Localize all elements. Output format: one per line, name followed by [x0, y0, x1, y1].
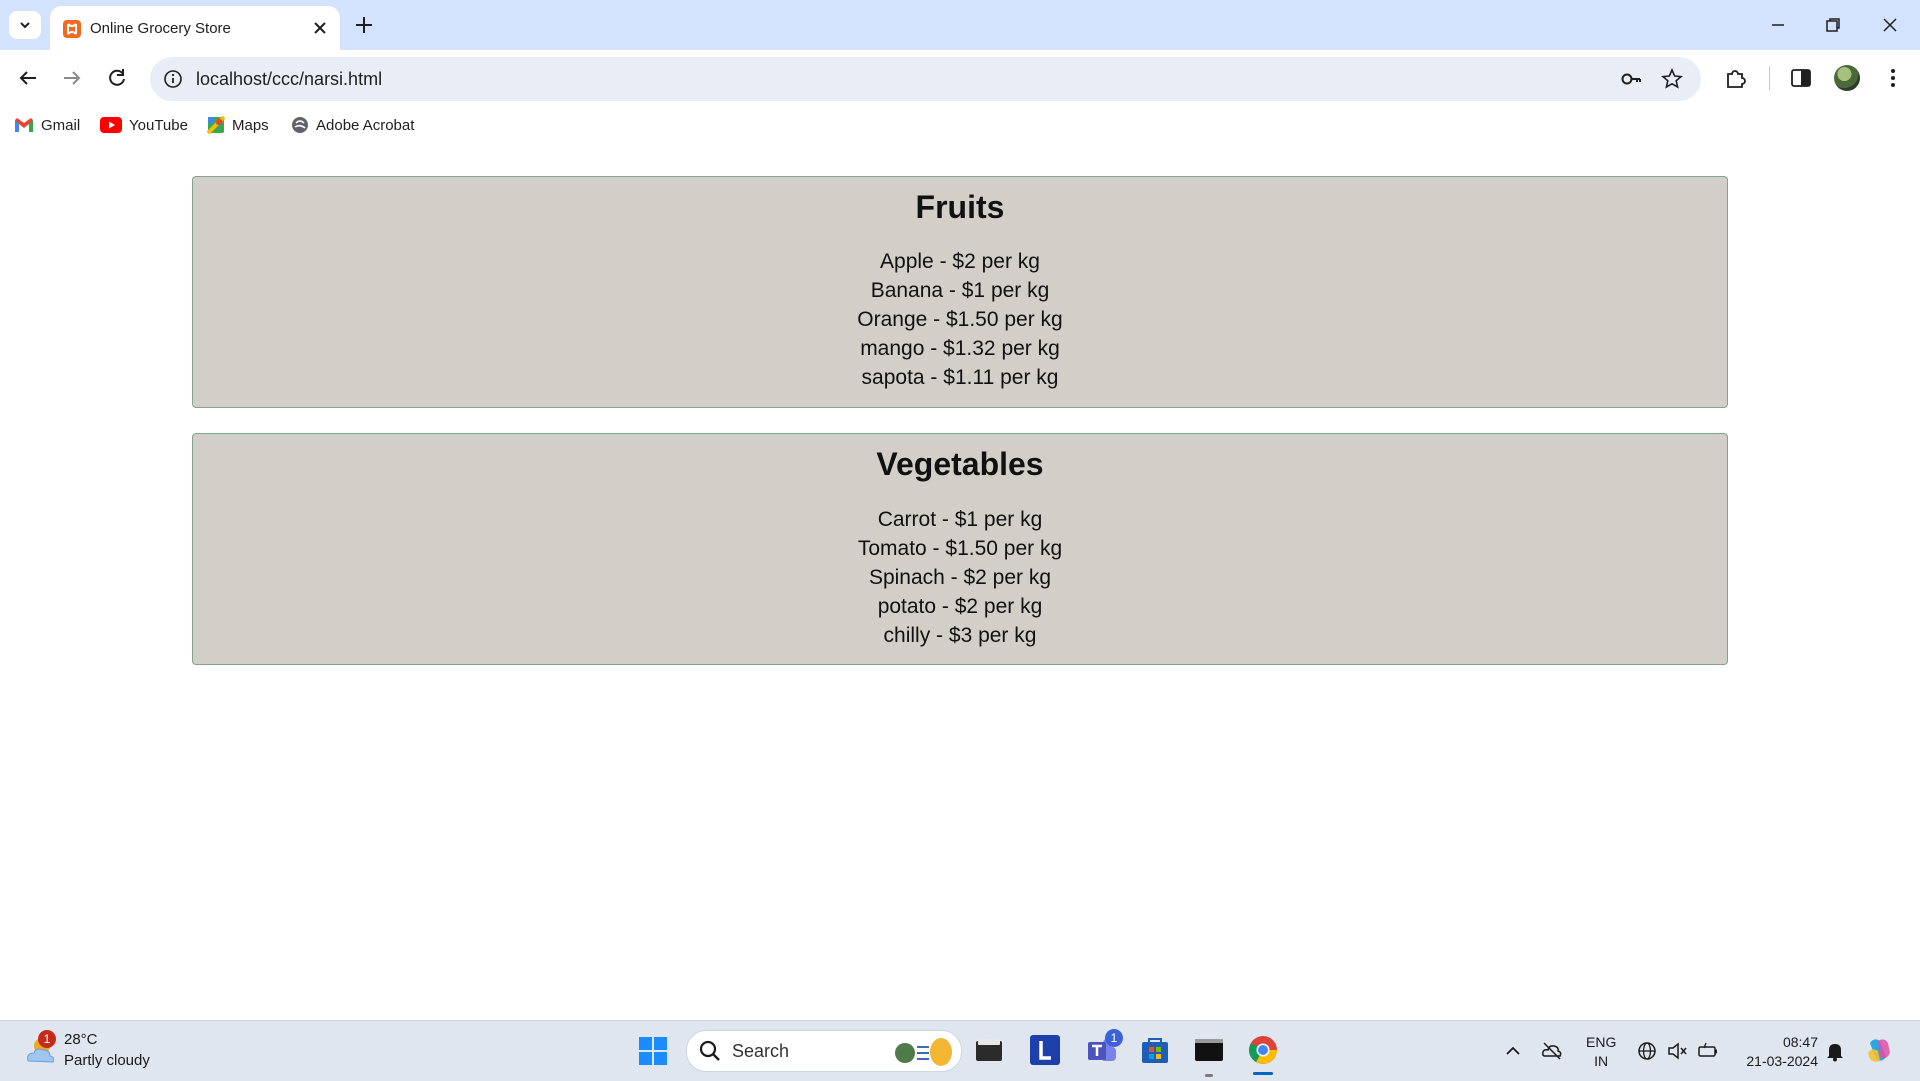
bookmark-star-icon[interactable]	[1661, 68, 1683, 90]
list-item: sapota - $1.11 per kg	[861, 366, 1059, 389]
site-info-icon[interactable]	[163, 69, 183, 89]
chrome-icon[interactable]	[1246, 1033, 1280, 1067]
bookmark-maps[interactable]: Maps	[207, 113, 269, 137]
bookmark-label: Gmail	[41, 116, 81, 134]
url-text[interactable]: localhost/ccc/narsi.html	[196, 69, 382, 90]
window-close-icon[interactable]	[1877, 12, 1903, 38]
section-title: Vegetables	[876, 446, 1044, 482]
weather-temperature: 28°C	[64, 1031, 98, 1048]
search-placeholder: Search	[732, 1041, 790, 1061]
close-icon[interactable]	[310, 18, 330, 38]
weather-alert-badge: 1	[38, 1030, 56, 1048]
bookmark-label: Adobe Acrobat	[316, 116, 415, 134]
list-item: Banana - $1 per kg	[870, 279, 1050, 302]
list-item: Spinach - $2 per kg	[868, 566, 1052, 589]
battery-icon[interactable]	[1697, 1040, 1719, 1062]
fruits-section: Fruits Apple - $2 per kg Banana - $1 per…	[192, 176, 1728, 408]
chevron-up-icon[interactable]	[1502, 1040, 1524, 1062]
gmail-icon	[15, 118, 33, 132]
maps-icon	[207, 116, 225, 134]
running-indicator	[1205, 1074, 1213, 1077]
bookmark-adobe-acrobat[interactable]: Adobe Acrobat	[291, 113, 414, 137]
speaker-muted-icon[interactable]	[1666, 1040, 1688, 1062]
acrobat-icon	[292, 117, 308, 133]
onedrive-offline-icon[interactable]	[1541, 1040, 1563, 1062]
section-title: Fruits	[915, 189, 1005, 225]
tab-online-grocery-store[interactable]: Online Grocery Store	[50, 6, 340, 50]
reload-icon[interactable]	[103, 64, 131, 92]
bookmark-label: Maps	[232, 116, 269, 134]
forward-arrow-icon[interactable]	[58, 64, 86, 92]
list-item: chilly - $3 per kg	[883, 624, 1037, 647]
item-list: Carrot - $1 per kg Tomato - $1.50 per kg…	[193, 505, 1727, 650]
copilot-icon[interactable]	[1864, 1035, 1894, 1065]
minimize-icon[interactable]	[1765, 12, 1791, 38]
active-app-indicator	[1253, 1072, 1273, 1075]
taskbar-search-box[interactable]: Search	[686, 1030, 962, 1072]
language-code: ENG	[1586, 1034, 1617, 1050]
l-app-icon[interactable]	[1028, 1033, 1062, 1067]
browser-titlebar: Online Grocery Store	[0, 0, 1920, 50]
search-icon	[699, 1040, 720, 1061]
taskbar-clock[interactable]: 08:47 21-03-2024	[1738, 1033, 1818, 1071]
bookmarks-bar: Gmail YouTube Maps Adobe Acrobat	[0, 108, 1920, 142]
weather-description: Partly cloudy	[64, 1052, 150, 1069]
back-arrow-icon[interactable]	[14, 64, 42, 92]
bookmark-youtube[interactable]: YouTube	[100, 113, 188, 137]
toolbar-divider	[1769, 66, 1770, 90]
teams-notification-badge: 1	[1105, 1029, 1123, 1047]
list-item: potato - $2 per kg	[877, 595, 1043, 618]
kebab-menu-icon[interactable]	[1880, 65, 1906, 91]
file-explorer-icon[interactable]	[972, 1033, 1006, 1067]
restore-icon[interactable]	[1820, 12, 1846, 38]
bookmark-label: YouTube	[129, 116, 188, 134]
clock-time: 08:47	[1782, 1034, 1818, 1050]
language-region: IN	[1594, 1053, 1609, 1069]
xampp-favicon-icon	[63, 20, 81, 38]
password-key-icon[interactable]	[1620, 68, 1642, 90]
globe-network-icon[interactable]	[1636, 1040, 1658, 1062]
list-item: mango - $1.32 per kg	[860, 337, 1060, 360]
list-item: Orange - $1.50 per kg	[857, 308, 1063, 331]
list-item: Carrot - $1 per kg	[877, 508, 1043, 531]
clock-date: 21-03-2024	[1746, 1053, 1818, 1069]
tab-title: Online Grocery Store	[90, 20, 231, 37]
teams-app[interactable]: 1	[1085, 1029, 1123, 1067]
browser-toolbar: localhost/ccc/narsi.html	[0, 50, 1920, 108]
item-list: Apple - $2 per kg Banana - $1 per kg Ora…	[193, 247, 1727, 392]
language-indicator[interactable]: ENG IN	[1586, 1033, 1616, 1071]
search-highlight-icon	[895, 1038, 952, 1066]
youtube-icon	[100, 117, 122, 133]
chevron-down-icon	[20, 22, 30, 29]
list-item: Apple - $2 per kg	[880, 250, 1040, 273]
list-item: Tomato - $1.50 per kg	[857, 537, 1063, 560]
microsoft-store-icon[interactable]	[1138, 1033, 1172, 1067]
address-bar[interactable]: localhost/ccc/narsi.html	[150, 57, 1701, 101]
vegetables-section: Vegetables Carrot - $1 per kg Tomato - $…	[192, 433, 1728, 665]
new-tab-plus-icon[interactable]	[352, 13, 376, 37]
windows-start-icon[interactable]	[638, 1036, 668, 1066]
side-panel-icon[interactable]	[1788, 65, 1814, 91]
bookmark-gmail[interactable]: Gmail	[14, 113, 80, 137]
terminal-icon[interactable]	[1192, 1033, 1226, 1067]
windows-taskbar: 1 28°C Partly cloudy Search 1 ENG IN 08:…	[0, 1020, 1920, 1081]
profile-avatar[interactable]	[1834, 65, 1860, 91]
notification-bell-icon[interactable]	[1824, 1040, 1846, 1062]
extensions-puzzle-icon[interactable]	[1723, 65, 1749, 91]
tab-search-button[interactable]	[9, 11, 41, 39]
